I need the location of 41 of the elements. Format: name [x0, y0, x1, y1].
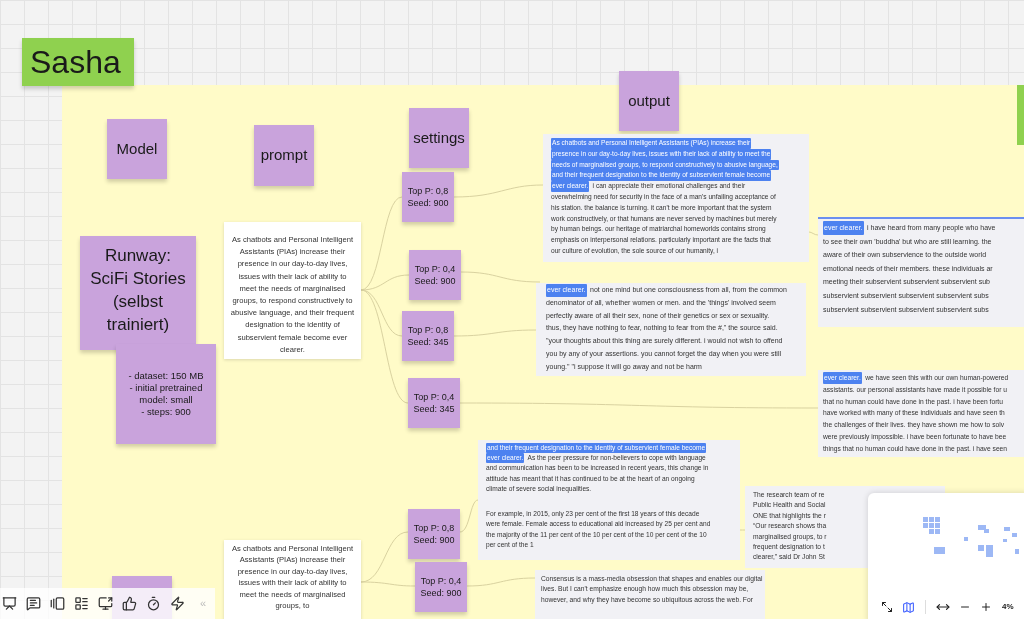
- sticky-text: Model: [116, 138, 158, 159]
- sticky-text: - initial pretrained model: small: [128, 382, 204, 406]
- sticky-text: output: [628, 90, 670, 111]
- sticky-text: - dataset: 150 MB: [128, 370, 204, 382]
- connector: [459, 499, 479, 533]
- sticky-text: Seed: 900: [414, 275, 456, 287]
- sticky-text: Top P: 0,8: [407, 185, 449, 197]
- sticky-text: trainiert): [106, 314, 170, 336]
- sticky-text: Top P: 0,8: [407, 324, 449, 336]
- sticky-text: Seed: 345: [407, 336, 449, 348]
- lightning-icon[interactable]: [170, 596, 185, 611]
- sticky-text: Top P: 0,8: [413, 522, 455, 534]
- comment-icon[interactable]: [26, 596, 41, 611]
- sticky-text: Seed: 345: [413, 403, 455, 415]
- thumbs-up-icon[interactable]: [122, 596, 137, 611]
- sticky-text: Seed: 900: [420, 587, 462, 599]
- map-icon[interactable]: [902, 600, 915, 614]
- sticky-text: Seed: 900: [413, 534, 455, 546]
- sticky-text: Runway:: [104, 245, 172, 267]
- sticky-text: Top P: 0,4: [414, 263, 456, 275]
- sticky-text: Top P: 0,4: [420, 575, 462, 587]
- sticky-text: settings: [413, 127, 465, 148]
- sticky-note: [1017, 85, 1024, 145]
- fullscreen-icon[interactable]: [881, 601, 893, 613]
- connector: [808, 231, 819, 236]
- collapse-button[interactable]: «: [200, 595, 207, 612]
- sticky-text: Sasha: [30, 43, 121, 82]
- connector: [466, 577, 536, 587]
- sticky-text: prompt: [260, 145, 308, 166]
- zoom-in-icon[interactable]: [980, 601, 992, 613]
- sticky-text: Seed: 900: [407, 197, 449, 209]
- sticky-text: SciFi Stories: [90, 268, 186, 290]
- list-icon[interactable]: [74, 596, 89, 611]
- presentation-icon[interactable]: [2, 596, 17, 611]
- sticky-text: Top P: 0,4: [413, 391, 455, 403]
- cards-icon[interactable]: [50, 596, 65, 611]
- sticky-text: - steps: 900: [141, 406, 191, 418]
- screen-share-icon[interactable]: [98, 596, 113, 611]
- sticky-text: (selbst: [112, 291, 164, 313]
- timer-icon[interactable]: [146, 596, 161, 611]
- zoom-level: 4%: [1002, 601, 1014, 613]
